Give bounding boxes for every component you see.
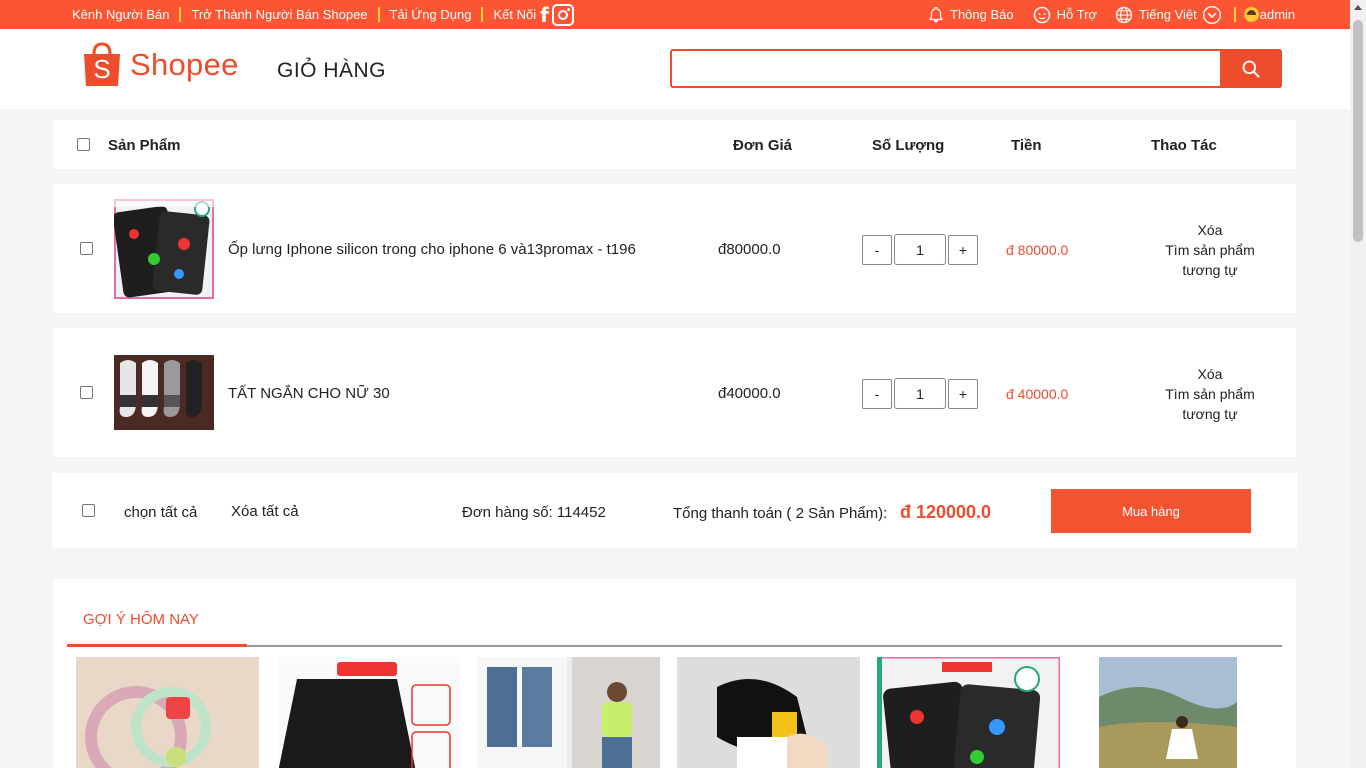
suggestions-title[interactable]: GỢI Ý HÔM NAY [83, 611, 199, 628]
buy-button[interactable]: Mua hàng [1051, 489, 1251, 533]
divider [179, 7, 182, 22]
increase-button[interactable]: + [948, 378, 978, 409]
scrollbar-thumb[interactable] [1353, 20, 1363, 242]
divider [67, 645, 1282, 647]
language-label: Tiếng Việt [1138, 7, 1197, 22]
active-tab-indicator [67, 644, 247, 647]
delete-all-link[interactable]: Xóa tất cả [231, 503, 299, 520]
select-all-checkbox-header[interactable] [77, 138, 90, 151]
shopee-bag-icon: S [84, 42, 120, 86]
globe-icon [1115, 6, 1133, 23]
cart-item-row: TẤT NGẮN CHO NỮ 30 đ40000.0 - 1 + đ 4000… [53, 328, 1296, 457]
support-link[interactable]: Hỗ Trợ [1032, 5, 1097, 25]
find-similar-link[interactable]: Tìm sản phẩm tương tự [1153, 240, 1267, 280]
facebook-icon[interactable]: f [540, 5, 549, 25]
quantity-input[interactable]: 1 [894, 234, 946, 265]
username-label: admin [1259, 7, 1296, 22]
column-amount: Tiền [1011, 137, 1042, 154]
header: S Shopee GIỎ HÀNG [0, 29, 1350, 109]
quantity-stepper: - 1 + [862, 378, 978, 409]
suggestion-card[interactable] [677, 657, 860, 768]
suggestion-card[interactable] [76, 657, 259, 768]
shopee-logo[interactable]: S Shopee [82, 42, 239, 88]
cart-item-row: Ốp lưng Iphone silicon trong cho iphone … [53, 184, 1296, 313]
bell-icon [929, 6, 943, 22]
search-bar [670, 49, 1282, 88]
scroll-up-icon[interactable] [1354, 5, 1362, 10]
item-total: đ 40000.0 [1006, 386, 1069, 402]
column-actions: Thao Tác [1151, 137, 1217, 154]
help-icon [1033, 6, 1050, 23]
support-label: Hỗ Trợ [1056, 7, 1097, 22]
avatar-icon [1243, 7, 1259, 22]
product-thumbnail[interactable] [114, 355, 214, 430]
become-seller-link[interactable]: Trở Thành Người Bán Shopee [191, 7, 367, 22]
product-name[interactable]: Ốp lưng Iphone silicon trong cho iphone … [228, 241, 636, 258]
item-total: đ 80000.0 [1006, 242, 1069, 258]
item-checkbox[interactable] [80, 242, 93, 255]
checkout-bar: chọn tất cả Xóa tất cả Đơn hàng số: 1144… [52, 473, 1297, 548]
find-similar-link[interactable]: Tìm sản phẩm tương tự [1153, 384, 1267, 424]
suggestions-section: GỢI Ý HÔM NAY [53, 579, 1296, 768]
quantity-input[interactable]: 1 [894, 378, 946, 409]
seller-channel-link[interactable]: Kênh Người Bán [72, 7, 169, 22]
divider [377, 7, 380, 22]
logo-text: Shopee [130, 47, 239, 82]
page-scrollbar[interactable] [1350, 0, 1366, 768]
language-selector[interactable]: Tiếng Việt [1114, 5, 1222, 25]
connect-label: Kết Nối [493, 7, 537, 22]
download-app-link[interactable]: Tải Ứng Dụng [390, 7, 472, 22]
quantity-stepper: - 1 + [862, 234, 978, 265]
decrease-button[interactable]: - [862, 234, 892, 265]
page-title: GIỎ HÀNG [277, 59, 387, 82]
decrease-button[interactable]: - [862, 378, 892, 409]
chevron-down-icon [1202, 5, 1221, 24]
suggestion-card[interactable] [877, 657, 1060, 768]
select-all-checkbox[interactable] [82, 504, 95, 517]
item-actions: Xóa Tìm sản phẩm tương tự [1153, 364, 1267, 424]
search-icon [1242, 60, 1260, 77]
column-quantity: Số Lượng [872, 137, 945, 154]
user-menu[interactable]: admin [1243, 7, 1296, 22]
column-unit-price: Đơn Giá [733, 137, 793, 154]
product-name[interactable]: TẤT NGẮN CHO NỮ 30 [228, 385, 390, 402]
suggestion-card[interactable] [1077, 657, 1260, 768]
cart-table-header: Sản Phẩm Đơn Giá Số Lượng Tiền Thao Tác [53, 120, 1296, 169]
item-checkbox[interactable] [80, 386, 93, 399]
search-input[interactable] [672, 51, 1220, 86]
product-thumbnail[interactable] [114, 199, 214, 299]
notifications-link[interactable]: Thông Báo [927, 5, 1014, 25]
search-button[interactable] [1220, 49, 1282, 88]
svg-text:S: S [93, 54, 110, 84]
suggestion-card[interactable] [477, 657, 660, 768]
delete-item-link[interactable]: Xóa [1153, 220, 1267, 240]
select-all-label[interactable]: chọn tất cả [124, 504, 197, 521]
suggestion-card[interactable] [277, 657, 460, 768]
divider [1233, 7, 1236, 22]
notifications-label: Thông Báo [950, 7, 1014, 22]
order-number: Đơn hàng số: 114452 [462, 504, 606, 521]
divider [481, 7, 484, 22]
delete-item-link[interactable]: Xóa [1153, 364, 1267, 384]
total-label: Tổng thanh toán ( 2 Sản Phẩm): [673, 505, 888, 522]
item-actions: Xóa Tìm sản phẩm tương tự [1153, 220, 1267, 280]
unit-price: đ80000.0 [718, 241, 781, 258]
increase-button[interactable]: + [948, 234, 978, 265]
instagram-icon[interactable] [551, 3, 574, 26]
total-amount: đ 120000.0 [900, 502, 992, 522]
top-navbar: Kênh Người Bán Trở Thành Người Bán Shope… [0, 0, 1350, 29]
column-product: Sản Phẩm [108, 137, 181, 154]
unit-price: đ40000.0 [718, 385, 781, 402]
